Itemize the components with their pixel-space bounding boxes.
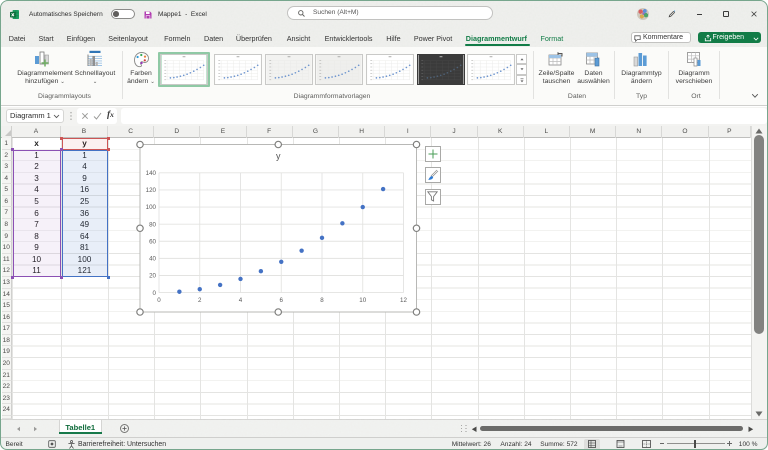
svg-text:10: 10 bbox=[359, 297, 366, 304]
svg-text:8: 8 bbox=[320, 297, 324, 304]
svg-text:40: 40 bbox=[149, 256, 156, 263]
svg-text:80: 80 bbox=[149, 221, 156, 228]
svg-text:4: 4 bbox=[239, 297, 243, 304]
svg-text:20: 20 bbox=[149, 273, 156, 280]
svg-text:0: 0 bbox=[157, 297, 161, 304]
svg-text:12: 12 bbox=[400, 297, 407, 304]
svg-text:120: 120 bbox=[146, 187, 157, 194]
svg-text:2: 2 bbox=[198, 297, 202, 304]
svg-text:y: y bbox=[276, 151, 281, 161]
svg-text:6: 6 bbox=[280, 297, 284, 304]
svg-text:0: 0 bbox=[153, 290, 157, 297]
svg-text:100: 100 bbox=[146, 204, 157, 211]
svg-text:140: 140 bbox=[146, 170, 157, 177]
svg-text:60: 60 bbox=[149, 238, 156, 245]
